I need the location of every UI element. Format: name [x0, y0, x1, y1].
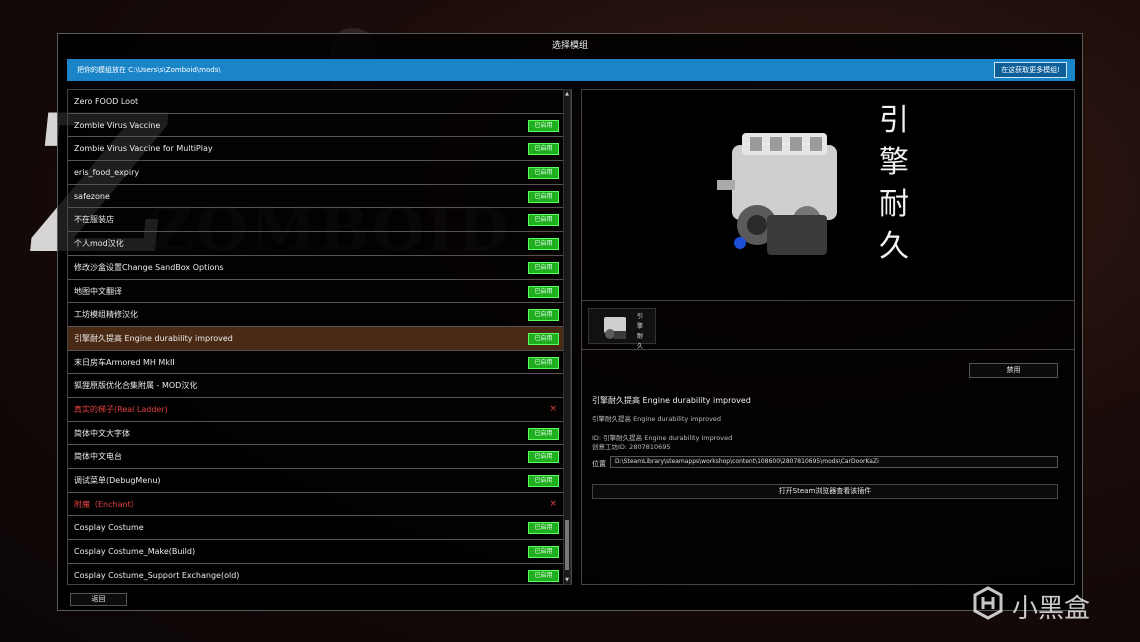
mod-name: 简体中文大字体 — [74, 428, 130, 438]
mod-name: 工坊模组精修汉化 — [74, 310, 138, 320]
thumbnail-text: 引擎耐久 — [635, 312, 645, 352]
mod-name: 末日房车Armored MH MkII — [74, 357, 175, 367]
mod-list-row[interactable]: 地图中文翻译 已启用 — [68, 280, 571, 304]
enabled-badge: 已启用 — [528, 569, 559, 582]
mod-list-row[interactable]: 工坊模组精修汉化 已启用 — [68, 303, 571, 327]
mod-name: Cosplay Costume_Support Exchange(old) — [74, 570, 240, 580]
mod-name: 引擎耐久提高 Engine durability improved — [74, 333, 233, 343]
preview-thumbnail-strip: 引擎耐久 — [582, 302, 1074, 350]
mod-list-row[interactable]: 真实的梯子(Real Ladder) × — [68, 398, 571, 422]
mod-name: 个人mod汉化 — [74, 239, 124, 249]
mod-preview-image: 引擎耐久 — [582, 90, 1074, 301]
scroll-up-arrow-icon[interactable]: ▲ — [564, 91, 570, 97]
enabled-badge: 已启用 — [528, 427, 559, 440]
thumbnail-char: 擎 — [636, 323, 643, 330]
thumbnail-char: 久 — [636, 343, 643, 350]
mod-list-row[interactable]: 简体中文电台 已启用 — [68, 445, 571, 469]
mod-list-row[interactable]: 引擎耐久提高 Engine durability improved 已启用 — [68, 326, 571, 351]
mod-name: Zombie Virus Vaccine for MultiPlay — [74, 144, 213, 154]
dialog-title: 选择模组 — [551, 41, 588, 51]
mod-name: Zero FOOD Loot — [74, 97, 139, 106]
mod-name: eris_food_expiry — [74, 168, 140, 178]
enabled-badge: 已启用 — [528, 214, 559, 227]
engine-image — [717, 133, 837, 255]
enabled-badge: 已启用 — [528, 451, 559, 464]
mod-list-row[interactable]: Cosplay Costume_Make(Build) 已启用 — [68, 540, 571, 564]
mod-list-row[interactable]: 狐狸原版优化合集附属 - MOD汉化 — [68, 374, 571, 398]
mod-list-row[interactable]: safezone 已启用 — [68, 185, 571, 209]
mod-name: 不在服装店 — [74, 215, 114, 225]
enabled-badge: 已启用 — [528, 332, 559, 345]
disable-button[interactable]: 禁用 — [969, 363, 1058, 378]
mod-list-row[interactable]: 修改沙盒设置Change SandBox Options 已启用 — [68, 256, 571, 280]
mod-name: Zombie Virus Vaccine — [74, 120, 161, 130]
enabled-badge: 已启用 — [528, 522, 559, 535]
preview-char: 久 — [879, 229, 909, 264]
enabled-badge: 已启用 — [528, 546, 559, 559]
mod-list-row[interactable]: Zombie Virus Vaccine 已启用 — [68, 114, 571, 138]
mod-list-row[interactable]: 末日房车Armored MH MkII 已启用 — [68, 351, 571, 375]
mod-list-row[interactable]: 不在服装店 已启用 — [68, 208, 571, 233]
mod-list-row[interactable]: 简体中文大字体 已启用 — [68, 422, 571, 446]
mod-description: 引擎耐久提高 Engine durability improved — [592, 415, 722, 423]
workshop-id: 创意工坊ID: 2807810695 — [592, 443, 671, 451]
enabled-badge: 已启用 — [528, 143, 559, 156]
mod-name-title: 引擎耐久提高 Engine durability improved — [592, 396, 751, 405]
mod-list-row[interactable]: Cosplay Costume 已启用 — [68, 516, 571, 541]
mod-list-scrollbar[interactable]: ▲ ▼ — [563, 89, 571, 585]
mod-folder-path: 把你的模组放在 C:\Users\s\Zomboid\mods\ — [77, 66, 221, 74]
mod-name: 调试菜单(DebugMenu) — [74, 476, 161, 485]
preview-title-text: 引擎耐久 — [874, 100, 914, 268]
mod-name: 地图中文翻译 — [74, 286, 122, 296]
mod-name: safezone — [74, 191, 110, 201]
mod-list[interactable]: Zero FOOD Loot Zombie Virus Vaccine 已启用 Zom… — [67, 89, 572, 585]
mod-select-dialog: 选择模组 把你的模组放在 C:\Users\s\Zomboid\mods\ 在这… — [57, 33, 1083, 611]
thumbnail-engine-image — [604, 317, 626, 339]
mod-folder-info-bar: 把你的模组放在 C:\Users\s\Zomboid\mods\ 在这获取更多模… — [67, 59, 1075, 81]
mod-name: 真实的梯子(Real Ladder) — [74, 404, 168, 414]
enabled-badge: 已启用 — [528, 119, 559, 132]
missing-dependency-icon: × — [549, 403, 557, 414]
scrollbar-thumb[interactable] — [565, 520, 569, 570]
get-more-mods-button[interactable]: 在这获取更多模组! — [994, 62, 1067, 78]
mod-name: 狐狸原版优化合集附属 - MOD汉化 — [74, 381, 198, 391]
enabled-badge: 已启用 — [528, 475, 559, 487]
enabled-badge: 已启用 — [528, 356, 559, 369]
mod-list-row[interactable]: Zombie Virus Vaccine for MultiPlay 已启用 — [68, 137, 571, 162]
preview-char: 擎 — [879, 145, 909, 180]
enabled-badge: 已启用 — [528, 167, 559, 180]
preview-char: 引 — [879, 103, 909, 138]
thumbnail-char: 耐 — [636, 333, 643, 340]
mod-list-row[interactable]: Zero FOOD Loot — [68, 90, 571, 114]
back-button[interactable]: 返回 — [70, 593, 127, 606]
preview-thumbnail[interactable]: 引擎耐久 — [588, 308, 656, 350]
mod-list-row[interactable]: 个人mod汉化 已启用 — [68, 232, 571, 256]
mod-detail-panel: 引擎耐久 引擎耐久 禁用 引擎耐久提高 Engine durability im… — [581, 89, 1075, 585]
enabled-badge: 已启用 — [528, 238, 559, 251]
mod-list-row[interactable]: Cosplay Costume_Support Exchange(old) 已启用 — [68, 564, 571, 584]
location-label: 位置 — [592, 460, 606, 468]
enabled-badge: 已启用 — [528, 190, 559, 203]
enabled-badge: 已启用 — [528, 285, 559, 298]
preview-char: 耐 — [879, 187, 909, 222]
mod-name: 附魔（Enchant） — [74, 499, 139, 509]
mod-name: Cosplay Costume_Make(Build) — [74, 547, 196, 557]
scroll-down-arrow-icon[interactable]: ▼ — [564, 577, 570, 583]
mod-list-row[interactable]: eris_food_expiry 已启用 — [68, 161, 571, 185]
enabled-badge: 已启用 — [528, 261, 559, 274]
mod-name: Cosplay Costume — [74, 523, 144, 533]
missing-dependency-icon: × — [549, 498, 557, 509]
enabled-badge: 已启用 — [528, 309, 559, 322]
mod-name: 简体中文电台 — [74, 452, 122, 462]
mod-list-row[interactable]: 调试菜单(DebugMenu) 已启用 — [68, 469, 571, 493]
mod-list-row[interactable]: 附魔（Enchant） × — [68, 493, 571, 517]
open-steam-browser-button[interactable]: 打开Steam浏览器查看该插件 — [592, 484, 1058, 499]
thumbnail-char: 引 — [636, 313, 643, 320]
mod-name: 修改沙盒设置Change SandBox Options — [74, 262, 224, 272]
location-field[interactable]: D:\SteamLibrary\steamapps\workshop\conte… — [610, 456, 1058, 468]
